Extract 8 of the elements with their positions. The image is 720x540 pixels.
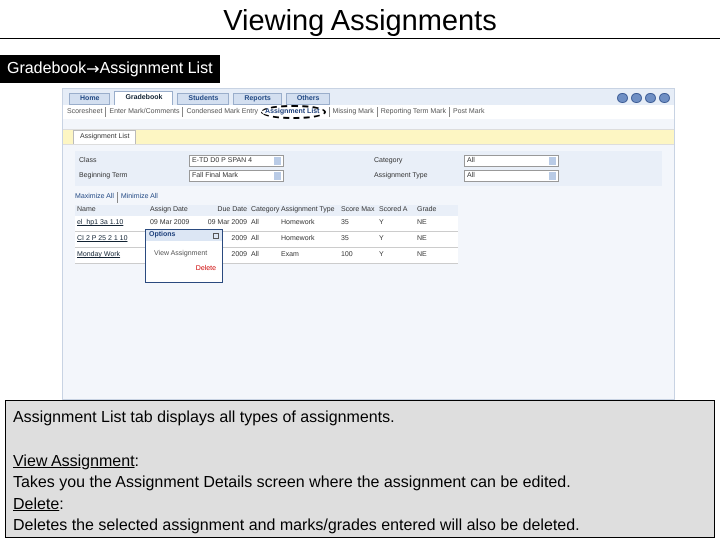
caption-text: Assignment List tab displays all types of assignments. — [13, 408, 396, 428]
slide-title: Viewing Assignments — [223, 4, 497, 38]
close-icon[interactable] — [213, 232, 219, 238]
breadcrumb-label: Gradebook→Assignment List — [0, 55, 220, 83]
term-description: Takes you the Assignment Details screen where the assignment can be edited. — [13, 473, 572, 493]
term-heading: Delete: — [13, 494, 65, 514]
term-heading: View Assignment: — [13, 452, 140, 472]
term-description: Deletes the selected assignment and marks/grades entered will also be deleted. — [13, 516, 581, 536]
